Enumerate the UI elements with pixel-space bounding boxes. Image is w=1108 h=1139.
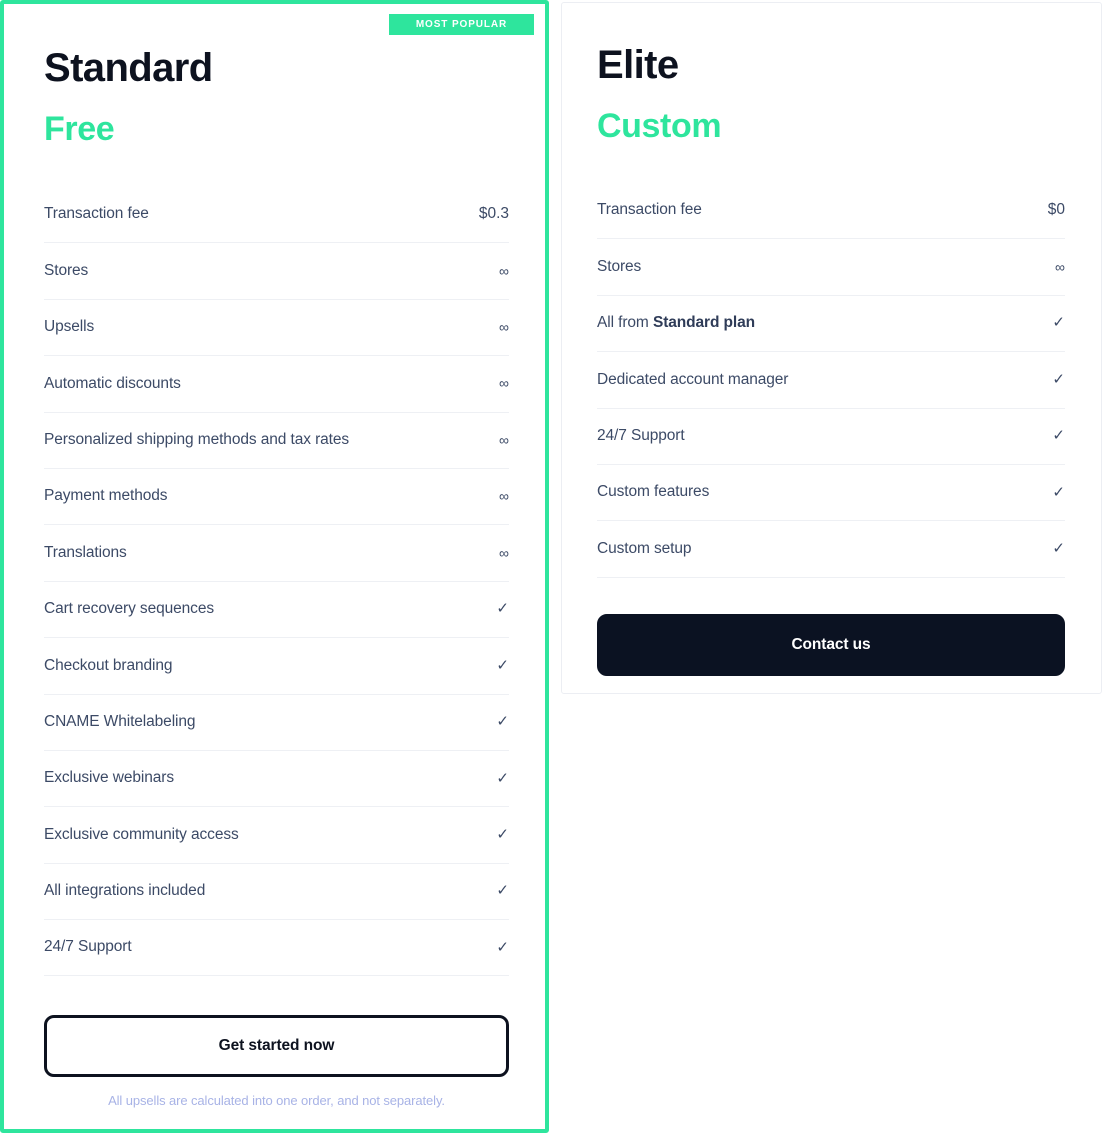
check-icon: ✓	[496, 882, 509, 900]
get-started-button[interactable]: Get started now	[44, 1015, 509, 1078]
table-row: Custom features ✓	[597, 465, 1065, 522]
feature-list-standard: Transaction fee $0.3 Stores ∞ Upsells ∞ …	[44, 187, 509, 977]
infinity-icon: ∞	[499, 375, 509, 392]
feature-value: $0.3	[478, 205, 509, 223]
standard-disclaimer: All upsells are calculated into one orde…	[108, 1093, 445, 1109]
feature-label: Dedicated account manager	[597, 370, 789, 388]
most-popular-badge: MOST POPULAR	[389, 14, 534, 35]
feature-label-strong: Standard plan	[652, 314, 755, 332]
feature-label: Payment methods	[44, 487, 168, 505]
check-icon: ✓	[496, 825, 509, 843]
feature-label: Transaction fee	[597, 201, 702, 219]
check-icon: ✓	[496, 769, 509, 787]
check-icon: ✓	[496, 938, 509, 956]
plan-price-standard: Free	[44, 110, 115, 148]
feature-label: Stores	[597, 257, 642, 275]
check-icon: ✓	[1052, 540, 1065, 558]
feature-label: Exclusive community access	[44, 825, 239, 843]
pricing-table: MOST POPULAR Standard Free Transaction f…	[0, 0, 1108, 1139]
feature-label: Upsells	[44, 318, 95, 336]
table-row: Transaction fee $0	[597, 183, 1065, 240]
pricing-card-elite: Elite Custom Transaction fee $0 Stores ∞…	[561, 2, 1102, 694]
infinity-icon: ∞	[499, 544, 509, 561]
feature-label: Checkout branding	[44, 656, 173, 674]
feature-label: All integrations included	[44, 882, 206, 900]
feature-label-rich: All from Standard plan	[597, 314, 755, 333]
feature-value: $0	[1047, 201, 1065, 219]
feature-label: Transaction fee	[44, 205, 149, 223]
plan-name-elite: Elite	[597, 43, 679, 87]
check-icon: ✓	[496, 656, 509, 674]
feature-label-prefix: All from	[597, 314, 653, 332]
table-row: Personalized shipping methods and tax ra…	[44, 413, 509, 469]
table-row: Payment methods ∞	[44, 469, 509, 526]
pricing-card-standard: MOST POPULAR Standard Free Transaction f…	[0, 0, 549, 1133]
table-row: Stores ∞	[597, 239, 1065, 296]
card-content-elite: Elite Custom Transaction fee $0 Stores ∞…	[562, 3, 1101, 676]
infinity-icon: ∞	[499, 488, 509, 505]
table-row: Cart recovery sequences ✓	[44, 582, 509, 639]
table-row: Checkout branding ✓	[44, 638, 509, 695]
table-row: All from Standard plan ✓	[597, 296, 1065, 353]
table-row: Custom setup ✓	[597, 521, 1065, 578]
table-row: Dedicated account manager ✓	[597, 352, 1065, 409]
table-row: Upsells ∞	[44, 300, 509, 357]
table-row: Exclusive webinars ✓	[44, 751, 509, 808]
check-icon: ✓	[1052, 314, 1065, 332]
infinity-icon: ∞	[499, 431, 509, 448]
infinity-icon: ∞	[499, 319, 509, 336]
table-row: All integrations included ✓	[44, 864, 509, 921]
table-row: 24/7 Support ✓	[44, 920, 509, 977]
check-icon: ✓	[1052, 483, 1065, 501]
feature-label: Automatic discounts	[44, 374, 181, 392]
contact-us-button[interactable]: Contact us	[597, 613, 1065, 676]
feature-label: 24/7 Support	[597, 426, 685, 444]
plan-price-elite: Custom	[597, 107, 722, 145]
table-row: Transaction fee $0.3	[44, 187, 509, 244]
feature-label: Custom features	[597, 483, 710, 501]
check-icon: ✓	[496, 713, 509, 731]
feature-label: 24/7 Support	[44, 938, 132, 956]
table-row: Automatic discounts ∞	[44, 356, 509, 413]
table-row: Stores ∞	[44, 243, 509, 300]
infinity-icon: ∞	[499, 262, 509, 279]
table-row: 24/7 Support ✓	[597, 409, 1065, 465]
table-row: Exclusive community access ✓	[44, 807, 509, 864]
feature-label: Stores	[44, 261, 89, 279]
table-row: CNAME Whitelabeling ✓	[44, 695, 509, 751]
feature-label: Translations	[44, 543, 127, 561]
check-icon: ✓	[496, 600, 509, 618]
check-icon: ✓	[1052, 370, 1065, 388]
feature-label: Cart recovery sequences	[44, 600, 215, 618]
infinity-icon: ∞	[1055, 258, 1065, 275]
feature-label: Custom setup	[597, 539, 692, 557]
feature-label: CNAME Whitelabeling	[44, 712, 196, 730]
feature-list-elite: Transaction fee $0 Stores ∞ All from Sta…	[597, 183, 1065, 578]
card-content-standard: Standard Free Transaction fee $0.3 Store…	[4, 4, 545, 1110]
table-row: Translations ∞	[44, 525, 509, 582]
feature-label: Personalized shipping methods and tax ra…	[44, 430, 350, 448]
feature-label: Exclusive webinars	[44, 769, 175, 787]
check-icon: ✓	[1052, 427, 1065, 445]
